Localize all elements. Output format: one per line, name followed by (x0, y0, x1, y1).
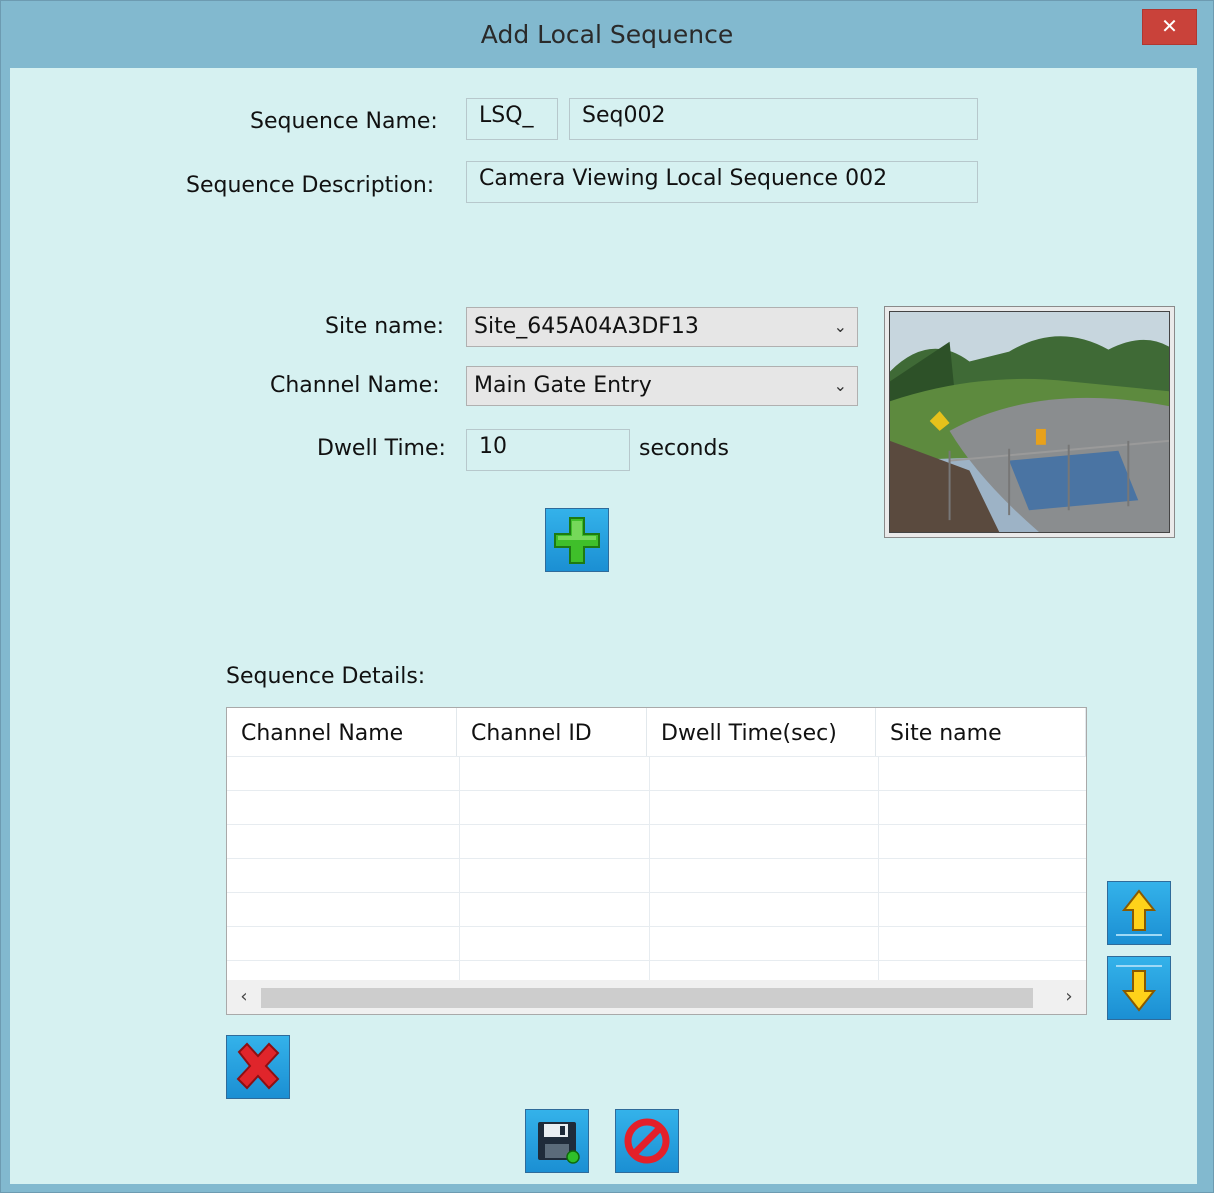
channel-name-select[interactable]: Main Gate Entry ⌄ (466, 366, 858, 406)
column-header-site-name[interactable]: Site name (876, 708, 1086, 756)
dialog-window: Add Local Sequence ✕ Sequence Name: LSQ_… (0, 0, 1214, 1193)
column-header-dwell-time[interactable]: Dwell Time(sec) (647, 708, 876, 756)
yellow-down-arrow-icon (1116, 965, 1162, 1012)
site-name-label: Site name: (325, 314, 445, 339)
column-divider (878, 756, 879, 982)
save-button[interactable] (525, 1109, 589, 1173)
site-name-value: Site_645A04A3DF13 (474, 314, 699, 339)
sequence-name-label: Sequence Name: (250, 109, 438, 134)
column-header-channel-name[interactable]: Channel Name (227, 708, 457, 756)
horizontal-scrollbar[interactable]: ‹ › (227, 980, 1086, 1014)
yellow-up-arrow-icon (1116, 889, 1162, 936)
green-plus-icon (554, 517, 600, 564)
dialog-content: Sequence Name: LSQ_ Seq002 Sequence Desc… (10, 68, 1197, 1184)
camera-preview (884, 306, 1175, 538)
scrollbar-thumb[interactable] (261, 988, 1033, 1008)
channel-name-label: Channel Name: (270, 373, 440, 398)
move-down-button[interactable] (1107, 956, 1171, 1020)
add-channel-button[interactable] (545, 508, 609, 572)
camera-preview-image (889, 311, 1170, 533)
sequence-details-label: Sequence Details: (226, 664, 426, 689)
chevron-down-icon: ⌄ (833, 376, 847, 395)
row-divider (227, 960, 1086, 961)
dwell-time-unit: seconds (639, 436, 729, 461)
dwell-time-label: Dwell Time: (317, 436, 446, 461)
table-header: Channel Name Channel ID Dwell Time(sec) … (227, 708, 1086, 756)
row-divider (227, 926, 1086, 927)
delete-row-button[interactable] (226, 1035, 290, 1099)
row-divider (227, 790, 1086, 791)
column-header-channel-id[interactable]: Channel ID (457, 708, 647, 756)
scroll-left-arrow[interactable]: ‹ (229, 982, 259, 1012)
row-divider (227, 824, 1086, 825)
sequence-description-input[interactable]: Camera Viewing Local Sequence 002 (466, 161, 978, 203)
sequence-details-table[interactable]: Channel Name Channel ID Dwell Time(sec) … (226, 707, 1087, 1015)
no-entry-icon (624, 1118, 670, 1164)
scroll-right-arrow[interactable]: › (1054, 982, 1084, 1012)
channel-name-value: Main Gate Entry (474, 373, 652, 398)
sequence-description-label: Sequence Description: (186, 173, 435, 198)
dwell-time-input[interactable]: 10 (466, 429, 630, 471)
row-divider (227, 756, 1086, 757)
dialog-title: Add Local Sequence (480, 20, 734, 49)
column-divider (459, 756, 460, 982)
chevron-down-icon: ⌄ (833, 317, 847, 336)
title-bar: Add Local Sequence ✕ (1, 1, 1213, 67)
red-x-icon (236, 1042, 280, 1090)
floppy-disk-icon (538, 1122, 580, 1164)
move-up-button[interactable] (1107, 881, 1171, 945)
cancel-button[interactable] (615, 1109, 679, 1173)
sequence-name-input[interactable]: Seq002 (569, 98, 978, 140)
row-divider (227, 858, 1086, 859)
close-button[interactable]: ✕ (1142, 9, 1197, 45)
site-name-select[interactable]: Site_645A04A3DF13 ⌄ (466, 307, 858, 347)
sequence-prefix-field: LSQ_ (466, 98, 558, 140)
column-divider (649, 756, 650, 982)
row-divider (227, 892, 1086, 893)
